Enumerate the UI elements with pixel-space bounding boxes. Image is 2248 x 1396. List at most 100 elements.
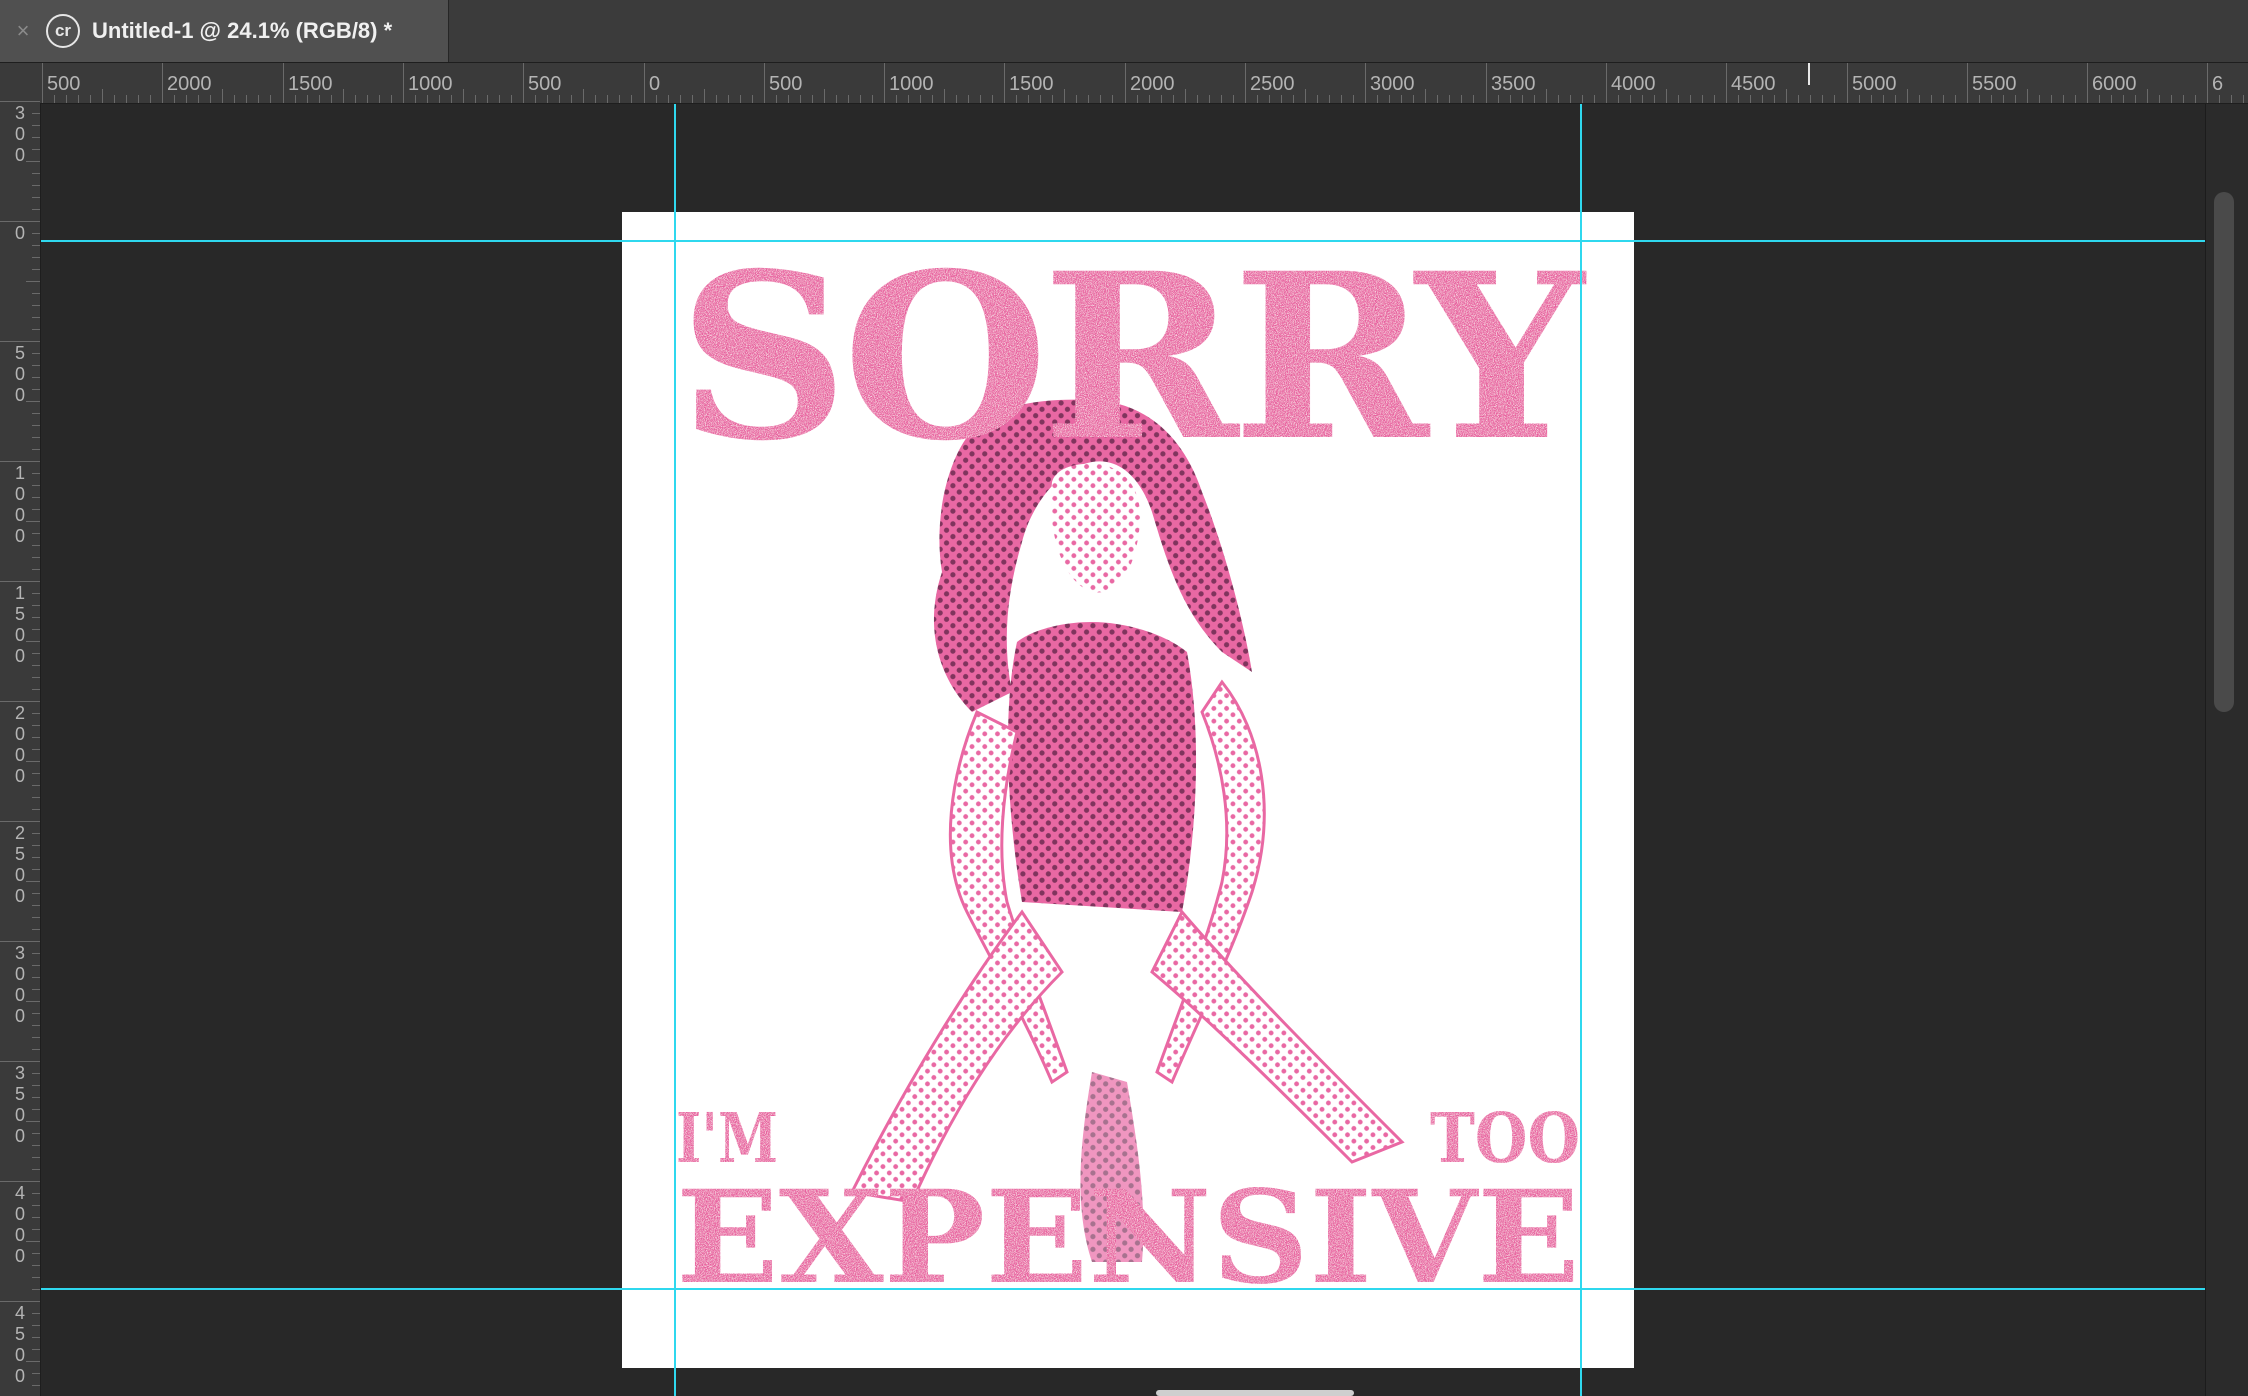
horizontal-guide-top[interactable]	[41, 240, 2205, 242]
ruler-h-minor-tick	[2183, 95, 2184, 103]
ruler-h-minor-tick	[607, 95, 608, 103]
ruler-h-minor-tick	[1353, 95, 1354, 103]
ruler-v-minor-tick	[32, 1277, 40, 1278]
ruler-v-minor-tick	[26, 641, 40, 642]
horizontal-scroll-thumb[interactable]	[1156, 1390, 1354, 1396]
ruler-h-minor-tick	[1883, 95, 1884, 103]
ruler-v-minor-tick	[32, 1373, 40, 1374]
ruler-h-minor-tick	[1040, 95, 1041, 103]
ruler-v-minor-tick	[32, 533, 40, 534]
horizontal-ruler[interactable]: 500 2000 1500 1000 500 0 500 1000 1500 2000 2500 30…	[42, 63, 2248, 104]
ruler-h-minor-tick	[246, 95, 247, 103]
ruler-v-major-tick	[0, 101, 40, 102]
ruler-h-minor-tick	[1293, 95, 1294, 103]
ruler-v-minor-tick	[32, 449, 40, 450]
ruler-h-minor-tick	[824, 89, 825, 103]
ruler-v-minor-tick	[32, 197, 40, 198]
ruler-origin-corner[interactable]	[0, 63, 43, 104]
ruler-h-minor-tick	[1991, 95, 1992, 103]
ruler-v-minor-tick	[32, 545, 40, 546]
ruler-h-minor-tick	[619, 95, 620, 103]
ruler-h-minor-tick	[2171, 95, 2172, 103]
ruler-h-minor-tick	[1822, 95, 1823, 103]
ruler-h-label: 3000	[1370, 73, 1415, 95]
vertical-guide-left[interactable]	[674, 104, 676, 1396]
ruler-v-major-tick	[0, 461, 40, 462]
ruler-h-minor-tick	[1859, 95, 1860, 103]
ruler-v-minor-tick	[32, 689, 40, 690]
ruler-v-minor-tick	[32, 785, 40, 786]
ruler-h-minor-tick	[1955, 95, 1956, 103]
vertical-guide-right[interactable]	[1580, 104, 1582, 1396]
ruler-v-minor-tick	[26, 1121, 40, 1122]
ruler-h-minor-tick	[1112, 95, 1113, 103]
ruler-h-minor-tick	[487, 95, 488, 103]
ruler-h-minor-tick	[932, 95, 933, 103]
ruler-h-minor-tick	[992, 95, 993, 103]
ruler-v-minor-tick	[32, 1013, 40, 1014]
ruler-v-minor-tick	[32, 485, 40, 486]
ruler-h-minor-tick	[114, 95, 115, 103]
ruler-v-label: 3 0 0 0	[14, 943, 25, 1026]
ruler-h-minor-tick	[1666, 89, 1667, 103]
ruler-v-minor-tick	[32, 1325, 40, 1326]
ruler-h-label: 1500	[288, 73, 333, 95]
ruler-h-minor-tick	[343, 89, 344, 103]
ruler-h-minor-tick	[800, 95, 801, 103]
ruler-h-minor-tick	[66, 95, 67, 103]
ruler-v-minor-tick	[32, 905, 40, 906]
ruler-v-minor-tick	[32, 1073, 40, 1074]
ruler-h-minor-tick	[535, 95, 536, 103]
ruler-h-minor-tick	[547, 95, 548, 103]
ruler-h-minor-tick	[1281, 95, 1282, 103]
ruler-v-minor-tick	[32, 845, 40, 846]
ruler-h-label: 1000	[889, 73, 934, 95]
ruler-h-minor-tick	[1979, 95, 1980, 103]
ruler-h-minor-tick	[1594, 95, 1595, 103]
document-tab[interactable]: × cr Untitled-1 @ 24.1% (RGB/8) *	[0, 0, 449, 62]
horizontal-guide-bottom[interactable]	[41, 1288, 2205, 1290]
ruler-h-minor-tick	[439, 95, 440, 103]
ruler-v-minor-tick	[32, 737, 40, 738]
ruler-h-minor-tick	[1016, 95, 1017, 103]
ruler-h-minor-tick	[475, 95, 476, 103]
ruler-h-minor-tick	[1088, 95, 1089, 103]
ruler-v-minor-tick	[32, 1337, 40, 1338]
vertical-scrollbar[interactable]	[2205, 104, 2248, 1396]
ruler-h-minor-tick	[968, 95, 969, 103]
ruler-v-minor-tick	[32, 365, 40, 366]
ruler-h-minor-tick	[1678, 95, 1679, 103]
document-tab-title: Untitled-1 @ 24.1% (RGB/8) *	[92, 18, 393, 43]
poster-headline-sorry: SORRY	[678, 223, 1587, 491]
ruler-h-minor-tick	[1100, 95, 1101, 103]
ruler-v-minor-tick	[32, 425, 40, 426]
ruler-v-minor-tick	[32, 749, 40, 750]
ruler-h-minor-tick	[1461, 95, 1462, 103]
ruler-h-minor-tick	[571, 95, 572, 103]
ruler-v-minor-tick	[32, 1265, 40, 1266]
ruler-v-minor-tick	[32, 377, 40, 378]
ruler-h-minor-tick	[1317, 95, 1318, 103]
close-tab-icon[interactable]: ×	[0, 18, 46, 44]
ruler-h-label: 5500	[1972, 73, 2017, 95]
ruler-h-minor-tick	[980, 95, 981, 103]
ruler-h-minor-tick	[1161, 95, 1162, 103]
ruler-v-minor-tick	[26, 1001, 40, 1002]
vertical-ruler[interactable]: 3 0 0 0 5 0 0 1 0 0 0 1 5 0 0 2 0 0 0 2 5 0 0 3…	[0, 101, 41, 1396]
ruler-h-minor-tick	[415, 95, 416, 103]
document-canvas[interactable]: SORRY I'M TOO EXPENSIVE	[622, 212, 1634, 1368]
ruler-h-minor-tick	[1630, 95, 1631, 103]
ruler-h-label: 2500	[1250, 73, 1295, 95]
vertical-scroll-thumb[interactable]	[2214, 192, 2234, 712]
ruler-h-minor-tick	[2219, 95, 2220, 103]
ruler-v-minor-tick	[32, 1385, 40, 1386]
ruler-v-minor-tick	[32, 509, 40, 510]
ruler-v-minor-tick	[26, 401, 40, 402]
ruler-h-minor-tick	[1413, 95, 1414, 103]
ruler-v-minor-tick	[26, 1361, 40, 1362]
ruler-v-minor-tick	[32, 977, 40, 978]
ruler-h-minor-tick	[210, 95, 211, 103]
ruler-v-minor-tick	[32, 353, 40, 354]
ruler-h-minor-tick	[595, 95, 596, 103]
ruler-h-minor-tick	[1810, 95, 1811, 103]
